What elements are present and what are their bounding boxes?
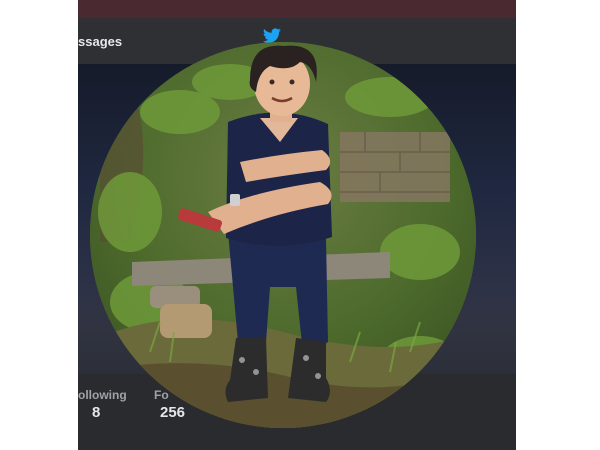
avatar-illustration [90, 42, 476, 428]
profile-avatar[interactable] [90, 42, 476, 428]
browser-top-strip [78, 0, 516, 18]
avatar-photo [90, 42, 476, 428]
